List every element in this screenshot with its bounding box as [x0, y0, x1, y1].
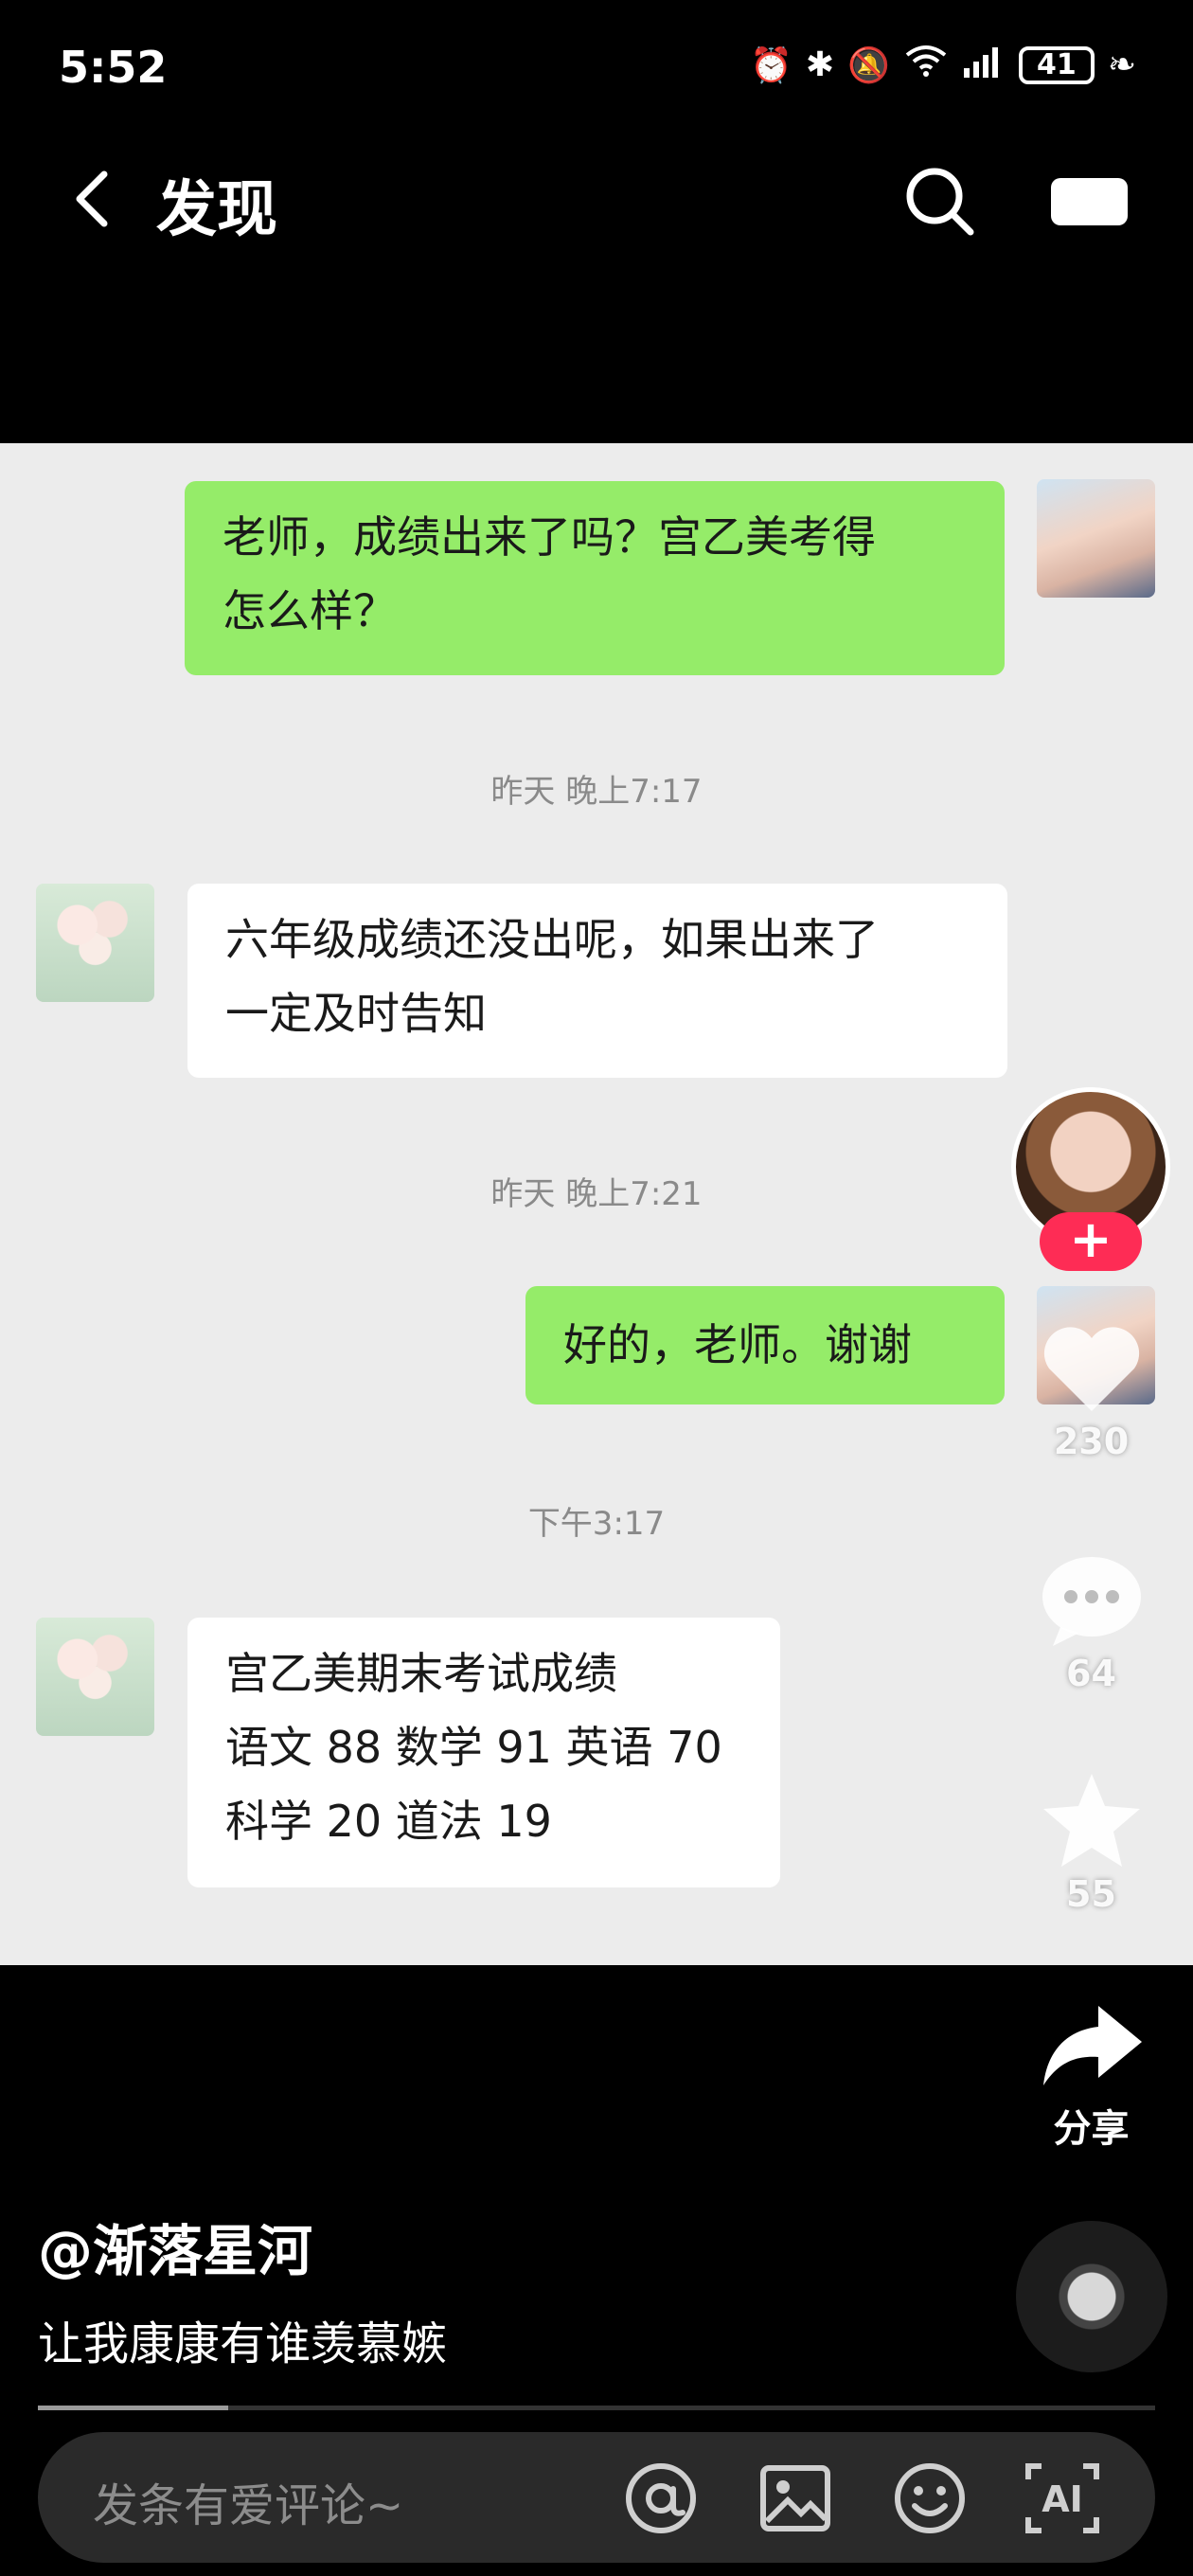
chat-timestamp: 昨天 晚上7:17 — [490, 773, 703, 811]
chat-message: 六年级成绩还没出呢，如果出来了 一定及时告知 — [187, 884, 1007, 1078]
leaf-icon: ❧ — [1107, 45, 1136, 84]
chat-timestamp: 下午3:17 — [527, 1505, 666, 1543]
signal-icon — [962, 44, 1006, 86]
at-icon[interactable] — [623, 2460, 699, 2536]
comment-button[interactable]: 64 — [1032, 1548, 1150, 1694]
star-icon — [1032, 1769, 1150, 1873]
page-title: 发现 — [156, 175, 277, 245]
ai-icon[interactable]: AI — [1024, 2460, 1100, 2536]
video-caption[interactable]: 让我康康有谁羡慕嫉 — [38, 2306, 447, 2372]
emoji-icon[interactable] — [892, 2460, 968, 2536]
chat-message: 老师，成绩出来了吗？宫乙美考得 怎么样？ — [185, 481, 1005, 675]
comment-icon — [1032, 1548, 1150, 1653]
search-icon[interactable] — [904, 166, 975, 237]
battery-indicator: 41 — [1018, 45, 1095, 84]
share-button[interactable]: 分享 — [1032, 1994, 1150, 2153]
video-progress-bar[interactable] — [38, 2406, 1155, 2410]
like-count: 230 — [1053, 1421, 1130, 1462]
share-icon — [1032, 1994, 1150, 2098]
favorite-count: 55 — [1066, 1873, 1116, 1915]
image-icon[interactable] — [757, 2460, 833, 2536]
status-icons: ⏰ ✱ 🔕 41 ❧ — [750, 44, 1136, 86]
mute-icon: 🔕 — [847, 45, 890, 85]
status-time: 5:52 — [59, 42, 168, 93]
wifi-icon — [903, 44, 949, 86]
follow-button[interactable]: + — [1040, 1212, 1142, 1271]
favorite-button[interactable]: 55 — [1032, 1769, 1150, 1915]
avatar — [1037, 479, 1155, 598]
comment-bar[interactable]: 发条有爱评论~ AI — [38, 2432, 1155, 2563]
share-label: 分享 — [1053, 2107, 1130, 2151]
camera-icon[interactable] — [1049, 170, 1130, 232]
top-nav: 发现 — [0, 142, 1193, 256]
status-bar: 5:52 ⏰ ✱ 🔕 41 ❧ — [0, 0, 1193, 133]
chat-screenshot: 老师，成绩出来了吗？宫乙美考得 怎么样？ 昨天 晚上7:17 六年级成绩还没出呢… — [0, 443, 1193, 1965]
avatar — [36, 884, 154, 1002]
chat-message: 宫乙美期末考试成绩 语文 88 数学 91 英语 70 科学 20 道法 19 — [187, 1618, 780, 1887]
avatar — [36, 1618, 154, 1736]
video-progress-fill — [38, 2406, 228, 2410]
comment-count: 64 — [1066, 1653, 1116, 1694]
author-name[interactable]: @渐落星河 — [38, 2207, 312, 2286]
svg-text:AI: AI — [1042, 2478, 1083, 2520]
music-disc[interactable] — [1016, 2221, 1167, 2372]
bluetooth-icon: ✱ — [805, 45, 834, 84]
comment-input[interactable]: 发条有爱评论~ — [93, 2468, 403, 2534]
alarm-icon: ⏰ — [750, 45, 792, 85]
heart-icon — [1032, 1316, 1150, 1421]
chat-message: 好的，老师。谢谢 — [525, 1286, 1005, 1404]
back-arrow-icon[interactable] — [66, 170, 123, 227]
like-button[interactable]: 230 — [1032, 1316, 1150, 1462]
